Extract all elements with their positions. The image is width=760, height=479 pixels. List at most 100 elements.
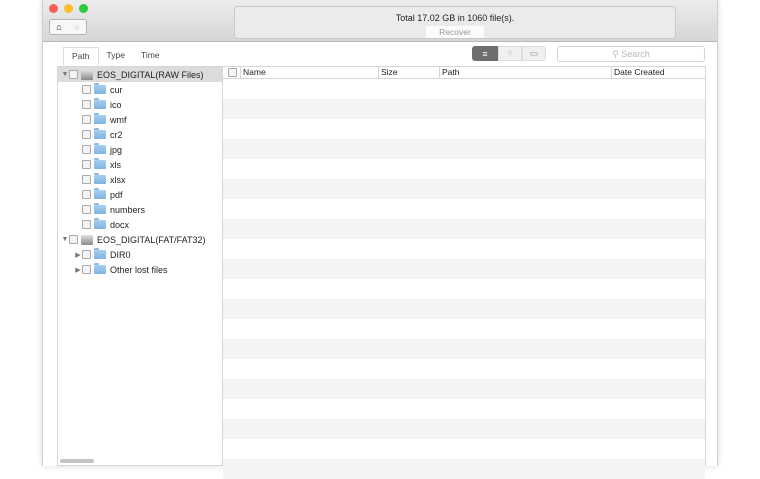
tree-item[interactable]: xls [58,157,222,172]
table-row [223,119,705,139]
tree-item[interactable]: cur [58,82,222,97]
tree-item-label: Other lost files [110,264,168,275]
tree-item[interactable]: cr2 [58,127,222,142]
table-row [223,319,705,339]
tree-item[interactable]: ▼ EOS_DIGITAL(FAT/FAT32) [58,232,222,247]
disclosure-triangle-icon[interactable]: ▶ [74,251,82,259]
search-icon: ⚲ [612,49,619,59]
tree-item[interactable]: ▶ DIR0 [58,247,222,262]
select-all-checkbox[interactable] [228,68,237,77]
toolbar: ⌂ ○ Total 17.02 GB in 1060 file(s). Reco… [43,0,717,42]
column-name[interactable]: Name [241,67,379,78]
app-window: ⌂ ○ Total 17.02 GB in 1060 file(s). Reco… [42,0,718,479]
tree-item-checkbox[interactable] [69,235,78,244]
folder-icon [94,218,106,229]
tree-item-label: xlsx [110,174,126,185]
folder-icon [94,158,106,169]
tree-item-checkbox[interactable] [69,70,78,79]
drive-icon [81,234,93,245]
tree-item[interactable]: ▼ EOS_DIGITAL(RAW Files) [58,67,222,82]
tree-item[interactable]: ico [58,97,222,112]
maximize-button[interactable] [79,4,88,13]
tree-item-checkbox[interactable] [82,250,91,259]
tree-item-label: jpg [110,144,123,155]
table-row [223,299,705,319]
column-path[interactable]: Path [440,67,612,78]
folder-icon [94,98,106,109]
folder-icon [94,188,106,199]
table-row [223,279,705,299]
tree-item-checkbox[interactable] [82,265,91,274]
tree-item-label: pdf [110,189,123,200]
grid-view-icon[interactable]: ⁘ [498,46,522,61]
disclosure-triangle-icon[interactable]: ▼ [61,236,69,243]
tree-item-checkbox[interactable] [82,175,91,184]
tree-item[interactable]: wmf [58,112,222,127]
table-row [223,379,705,399]
tree-item-label: ico [110,99,122,110]
tree-item[interactable]: xlsx [58,172,222,187]
table-row [223,159,705,179]
horizontal-scrollbar[interactable] [60,459,94,463]
folder-icon [94,83,106,94]
preview-view-icon[interactable]: ▭ [522,46,546,61]
tree-item-label: xls [110,159,121,170]
table-row [223,419,705,439]
tree-item-checkbox[interactable] [82,145,91,154]
table-row [223,439,705,459]
tree-item[interactable]: pdf [58,187,222,202]
search-placeholder: Search [621,49,650,59]
column-date-created[interactable]: Date Created [612,67,705,78]
table-row [223,399,705,419]
back-icon[interactable]: ○ [68,20,86,34]
tree-item-checkbox[interactable] [82,130,91,139]
tab-time[interactable]: Time [133,47,168,65]
tree-item[interactable]: ▶ Other lost files [58,262,222,277]
home-icon[interactable]: ⌂ [50,20,68,34]
folder-icon [94,263,106,274]
folder-tree: ▼ EOS_DIGITAL(RAW Files) cur ico wmf cr2 jpg xl… [57,66,222,466]
table-row [223,359,705,379]
tree-item-label: cr2 [110,129,123,140]
disclosure-triangle-icon[interactable]: ▶ [74,266,82,274]
drive-icon [81,69,93,80]
tab-path[interactable]: Path [63,47,99,65]
tree-item[interactable]: numbers [58,202,222,217]
tab-bar: Path Type Time [63,47,168,65]
tree-item-label: DIR0 [110,249,131,260]
minimize-button[interactable] [64,4,73,13]
table-header: Name Size Path Date Created [223,67,705,79]
search-input[interactable]: ⚲ Search [557,46,705,62]
tree-item[interactable]: jpg [58,142,222,157]
tree-item-checkbox[interactable] [82,220,91,229]
disclosure-triangle-icon[interactable]: ▼ [61,71,69,78]
folder-icon [94,128,106,139]
tree-item-label: cur [110,84,123,95]
tab-type[interactable]: Type [99,47,133,65]
list-view-icon[interactable]: ≡ [472,46,498,61]
close-button[interactable] [49,4,58,13]
table-row [223,199,705,219]
tree-item-checkbox[interactable] [82,100,91,109]
table-row [223,219,705,239]
tree-item-checkbox[interactable] [82,160,91,169]
table-row [223,339,705,359]
table-row [223,239,705,259]
view-switcher: ≡ ⁘ ▭ [472,46,546,61]
folder-icon [94,203,106,214]
tree-item[interactable]: docx [58,217,222,232]
tree-item-checkbox[interactable] [82,85,91,94]
folder-icon [94,143,106,154]
column-size[interactable]: Size [379,67,440,78]
tree-item-label: EOS_DIGITAL(FAT/FAT32) [97,234,206,245]
tree-item-checkbox[interactable] [82,115,91,124]
file-table: Name Size Path Date Created [222,66,706,479]
table-row [223,99,705,119]
table-row [223,179,705,199]
folder-icon [94,173,106,184]
tree-item-checkbox[interactable] [82,205,91,214]
tree-item-label: EOS_DIGITAL(RAW Files) [97,69,204,80]
recover-button[interactable]: Recover [426,26,484,38]
tree-item-checkbox[interactable] [82,190,91,199]
status-text: Total 17.02 GB in 1060 file(s). [395,13,515,23]
